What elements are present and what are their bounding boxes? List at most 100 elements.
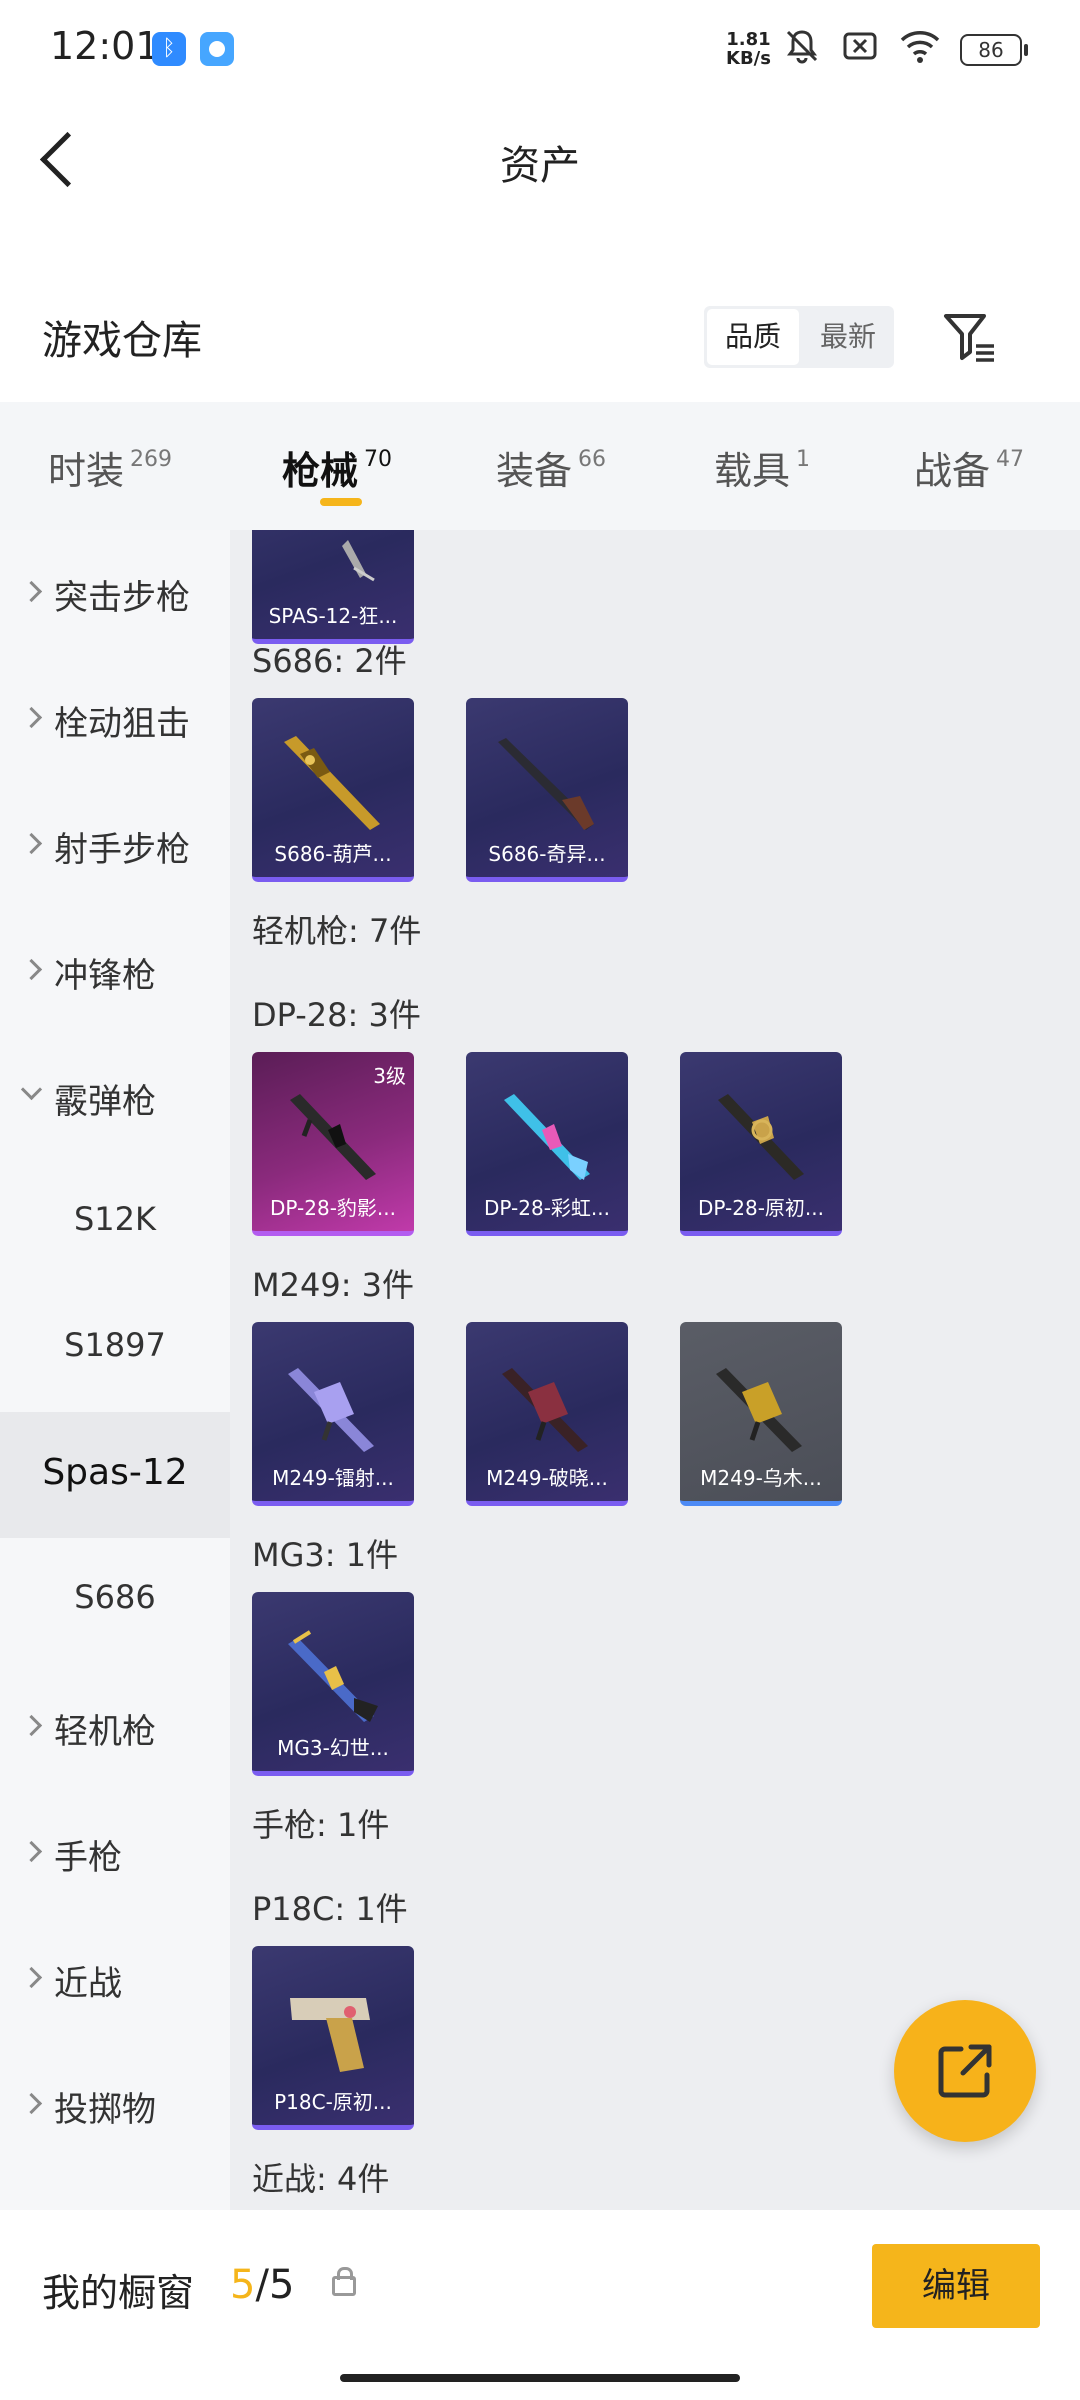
pistol-skin-icon [290,1998,370,2072]
active-tab-indicator [320,498,362,506]
category-tabs: 时装 269 枪械 70 装备 66 载具 1 战备 47 [0,402,1080,530]
tab-vehicles[interactable]: 载具 1 [714,440,810,495]
sidebar-item-label: 手枪 [54,1838,122,1878]
mute-bell-icon [782,26,822,74]
weapon-card[interactable]: S686-葫芦... [252,698,414,882]
sort-toggle: 品质 最新 [704,306,894,368]
lmg-skin-icon [718,1094,804,1180]
weapon-card[interactable]: MG3-幻世... [252,1592,414,1776]
sidebar-item-smgs[interactable]: 冲锋枪 [0,908,230,1034]
weapon-card-name: DP-28-豹影... [270,1196,396,1220]
sidebar-item-melee[interactable]: 近战 [0,1916,230,2042]
battery-icon: 86 [960,34,1028,66]
weapon-card[interactable]: SPAS-12-狂... [252,530,414,644]
chevron-right-icon [20,832,43,855]
tab-count: 47 [996,447,1025,472]
chevron-right-icon [20,706,43,729]
sidebar-item-throwables[interactable]: 投掷物 [0,2042,230,2168]
network-speed-unit: KB/s [726,48,771,69]
chevron-right-icon [20,580,43,603]
sidebar-subitem-s12k[interactable]: S12K [0,1160,230,1286]
home-indicator[interactable] [340,2374,740,2382]
tab-count: 70 [364,447,393,472]
weapon-card-name: MG3-幻世... [277,1736,389,1760]
weapon-card-name: DP-28-原初... [698,1196,824,1220]
chevron-right-icon [20,1840,43,1863]
weapon-card-name: P18C-原初... [274,2090,392,2114]
weapon-card[interactable]: M249-破晓... [466,1322,628,1506]
sidebar-item-label: Spas-12 [42,1452,188,1493]
sidebar-item-pistols[interactable]: 手枪 [0,1790,230,1916]
tab-firearms[interactable]: 枪械 70 [282,440,392,495]
weapon-inventory-grid: SPAS-12-狂... S686: 2件 S686-葫芦... S686-奇异… [230,530,1080,2210]
section-label: 手枪: 1件 [252,1806,390,1844]
wifi-icon [898,26,942,74]
showcase-current: 5 [230,2262,256,2308]
filter-button[interactable] [940,308,1000,368]
page-title: 资产 [500,143,580,189]
edit-button[interactable]: 编辑 [872,2244,1040,2328]
sidebar-subitem-s686[interactable]: S686 [0,1538,230,1664]
sidebar-item-bolt-snipers[interactable]: 栓动狙击 [0,656,230,782]
weapon-card[interactable]: M249-镭射... [252,1322,414,1506]
chevron-right-icon [20,1966,43,1989]
app-notification-icon [200,32,234,66]
weapon-card[interactable]: M249-乌木... [680,1322,842,1506]
chevron-right-icon [20,958,43,981]
showcase-bar: 我的橱窗 5/5 编辑 [0,2210,1080,2400]
sidebar-item-label: 射手步枪 [54,830,190,870]
network-speed: 1.81 KB/s [726,30,771,68]
network-speed-value: 1.81 [726,29,771,50]
weapon-card[interactable]: DP-28-原初... [680,1052,842,1236]
sidebar-item-label: S686 [74,1578,156,1616]
sort-by-quality[interactable]: 品质 [707,309,799,365]
sidebar-item-label: 近战 [54,1964,122,2004]
tab-count: 1 [796,447,811,472]
sort-by-newest[interactable]: 最新 [802,306,894,368]
tab-fashion[interactable]: 时装 269 [48,440,172,495]
sidebar-item-label: 突击步枪 [54,578,190,618]
bluetooth-icon: ᛒ [152,32,186,66]
sidebar-subitem-spas12[interactable]: Spas-12 [0,1412,230,1538]
weapon-type-sidebar: 突击步枪 栓动狙击 射手步枪 冲锋枪 霰弹枪 S12K S1897 Spas-1… [0,530,230,2210]
external-link-icon [938,2044,992,2098]
tab-label: 时装 [48,449,125,493]
sidebar-item-label: 冲锋枪 [54,956,156,996]
sidebar-item-label: S1897 [64,1326,166,1364]
status-bar: 12:01 ᛒ 1.81 KB/s 86 [0,0,1080,100]
weapon-card-name: M249-乌木... [700,1466,822,1490]
lmg-skin-icon [504,1094,590,1180]
shotgun-skin-icon [498,738,594,830]
weapon-card-name: DP-28-彩虹... [484,1196,610,1220]
warehouse-title: 游戏仓库 [42,318,202,364]
sidebar-item-lmgs[interactable]: 轻机枪 [0,1664,230,1790]
showcase-count: 5/5 [230,2262,294,2308]
weapon-card[interactable]: P18C-原初... [252,1946,414,2130]
lmg-skin-icon [716,1368,802,1452]
tab-equipment[interactable]: 装备 66 [496,440,606,495]
weapon-card-name: S686-葫芦... [274,842,392,866]
lmg-skin-icon [288,1368,374,1452]
tab-supplies[interactable]: 战备 47 [914,440,1024,495]
sidebar-item-assault-rifles[interactable]: 突击步枪 [0,530,230,656]
lmg-skin-icon [502,1368,588,1452]
weapon-card[interactable]: S686-奇异... [466,698,628,882]
section-label: 轻机枪: 7件 [252,912,422,950]
showcase-total: 5 [268,2262,295,2308]
weapon-card-name: SPAS-12-狂... [268,604,398,628]
lmg-skin-icon [290,1094,376,1180]
weapon-card[interactable]: 3级 DP-28-豹影... [252,1052,414,1236]
sidebar-subitem-s1897[interactable]: S1897 [0,1286,230,1412]
section-label: S686: 2件 [252,642,407,680]
tab-label: 战备 [914,449,991,493]
sidebar-item-label: 轻机枪 [54,1712,156,1752]
share-fab-button[interactable] [894,2000,1036,2142]
section-label: P18C: 1件 [252,1890,408,1928]
section-label: MG3: 1件 [252,1536,399,1574]
weapon-card-name: M249-破晓... [486,1466,608,1490]
weapon-card-name: S686-奇异... [488,842,606,866]
weapon-card[interactable]: DP-28-彩虹... [466,1052,628,1236]
section-label: M249: 3件 [252,1266,415,1304]
sidebar-item-shotguns[interactable]: 霰弹枪 [0,1034,230,1160]
sidebar-item-marksman-rifles[interactable]: 射手步枪 [0,782,230,908]
